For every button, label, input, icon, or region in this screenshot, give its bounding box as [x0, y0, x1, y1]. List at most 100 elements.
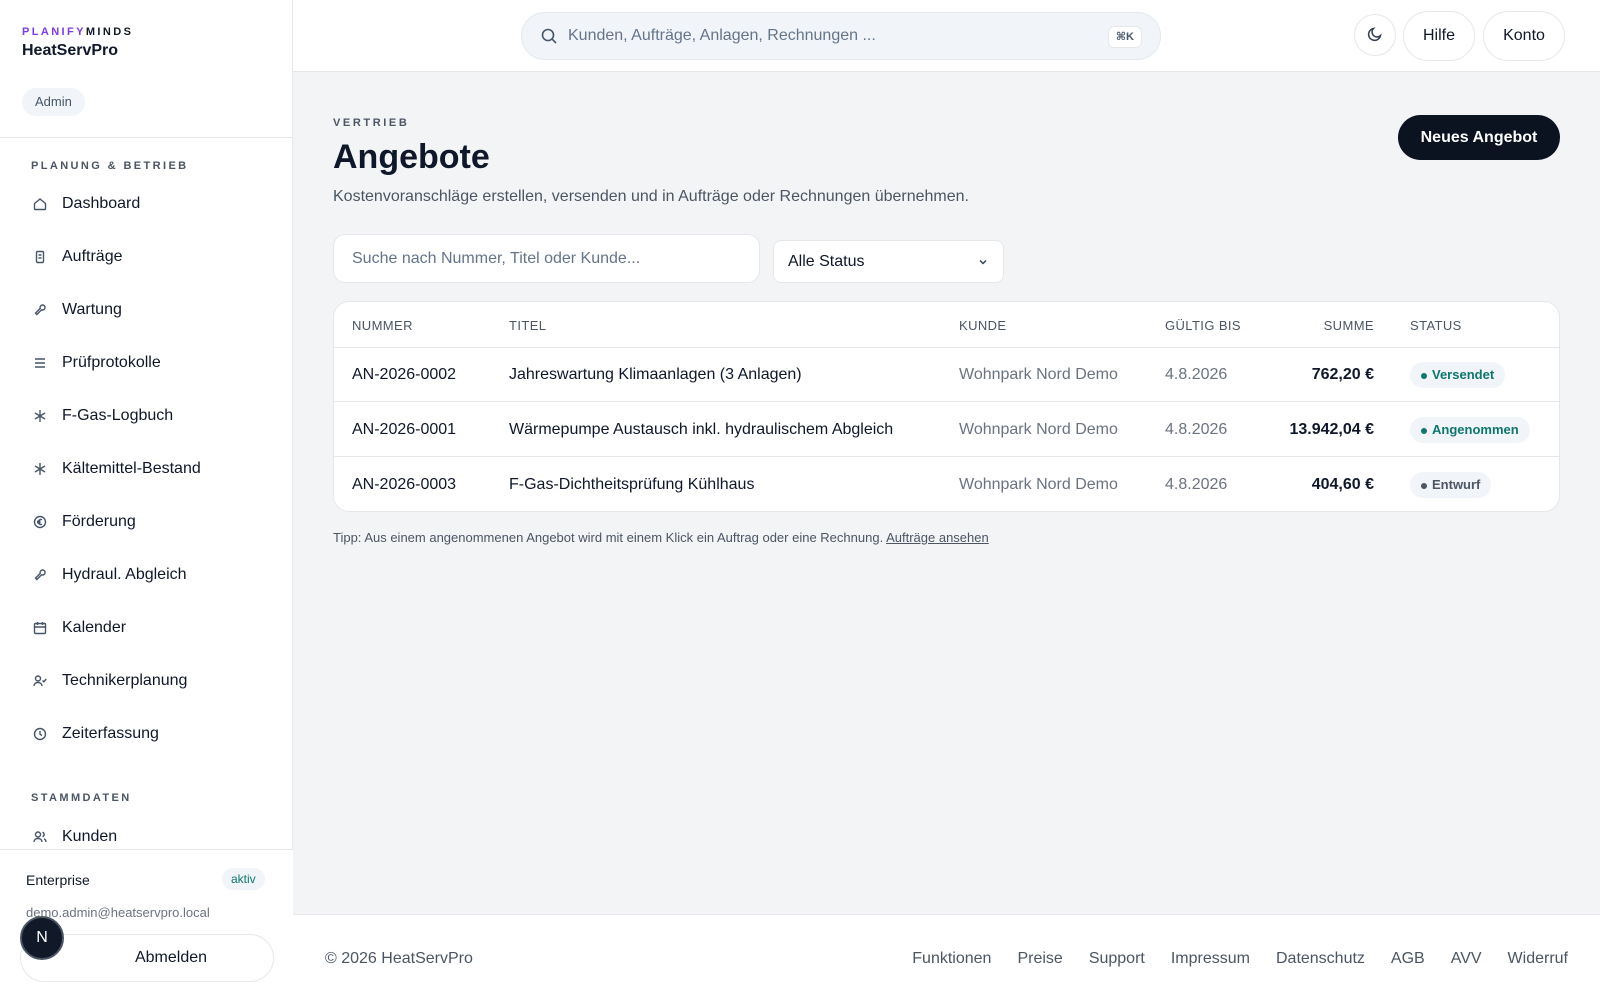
quote-number[interactable]: AN-2026-0003 [352, 476, 456, 494]
table-row[interactable]: AN-2026-0001 Wärmepumpe Austausch inkl. … [334, 403, 1559, 457]
footer-link-dpa[interactable]: AVV [1451, 950, 1482, 968]
role-badge: Admin [22, 88, 85, 116]
new-quote-button[interactable]: Neues Angebot [1398, 115, 1560, 160]
home-icon [22, 196, 58, 212]
footer-link-imprint[interactable]: Impressum [1171, 950, 1250, 968]
status-filter-select[interactable]: Alle Status [773, 240, 1004, 283]
quote-customer: Wohnpark Nord Demo [959, 366, 1118, 383]
sidebar-nav: PLANUNG & BETRIEB Dashboard Aufträge War… [0, 137, 293, 849]
sidebar-item-inspection-reports[interactable]: Prüfprotokolle [22, 343, 272, 383]
quote-number[interactable]: AN-2026-0002 [352, 366, 456, 384]
quote-valid-until: 4.8.2026 [1165, 476, 1228, 493]
footer-link-pricing[interactable]: Preise [1017, 950, 1062, 968]
footer-link-privacy[interactable]: Datenschutz [1276, 950, 1365, 968]
quote-valid-until: 4.8.2026 [1165, 421, 1228, 438]
column-header-status[interactable]: STATUS [1410, 318, 1462, 333]
sidebar-item-hydraulic-balance[interactable]: Hydraul. Abgleich [22, 555, 272, 595]
sidebar-item-label: Zeiterfassung [62, 725, 159, 742]
sidebar-item-orders[interactable]: Aufträge [22, 237, 272, 277]
sidebar-item-customers[interactable]: Kunden [22, 817, 272, 849]
search-icon [540, 27, 558, 45]
tip-message: Tipp: Aus einem angenommenen Angebot wir… [333, 530, 884, 545]
app-name: HeatServPro [22, 42, 119, 59]
page-title: Angebote [333, 138, 490, 176]
euro-circle-icon [22, 514, 58, 530]
copyright: © 2026 HeatServPro [325, 950, 473, 967]
status-badge: Versendet [1410, 362, 1506, 388]
table-row[interactable]: AN-2026-0003 F-Gas-Dichtheitsprüfung Küh… [334, 458, 1559, 511]
brand[interactable]: PLANIFYMINDS HeatServPro [22, 26, 133, 60]
status-badge: Entwurf [1410, 472, 1492, 498]
quotes-table: NUMMER TITEL KUNDE GÜLTIG BIS SUMME STAT… [333, 301, 1560, 512]
snowflake-icon [22, 408, 58, 424]
plan-name: Enterprise [26, 872, 90, 888]
section-label-planning: PLANUNG & BETRIEB [31, 160, 189, 172]
quote-sum: 404,60 € [1311, 476, 1374, 493]
status-badge: Angenommen [1410, 417, 1530, 443]
footer-link-support[interactable]: Support [1089, 950, 1145, 968]
status-filter-value: Alle Status [788, 252, 865, 270]
sidebar-item-calendar[interactable]: Kalender [22, 608, 272, 648]
users-icon [22, 829, 58, 845]
sidebar-item-label: Aufträge [62, 248, 123, 265]
footer-link-features[interactable]: Funktionen [912, 950, 991, 968]
global-search[interactable]: ⌘K [521, 12, 1161, 60]
column-header-customer[interactable]: KUNDE [959, 318, 1007, 333]
column-header-number[interactable]: NUMMER [352, 318, 413, 333]
quote-customer: Wohnpark Nord Demo [959, 476, 1118, 493]
sidebar-item-label: Förderung [62, 513, 136, 530]
footer-link-withdrawal[interactable]: Widerruf [1508, 950, 1568, 968]
table-row[interactable]: AN-2026-0002 Jahreswartung Klimaanlagen … [334, 348, 1559, 402]
tip-text: Tipp: Aus einem angenommenen Angebot wir… [333, 530, 989, 545]
column-header-sum[interactable]: SUMME [1324, 318, 1374, 333]
user-email: demo.admin@heatservpro.local [26, 905, 210, 920]
sidebar-item-fgas-log[interactable]: F-Gas-Logbuch [22, 396, 272, 436]
moon-icon [1366, 25, 1384, 46]
page-eyebrow: VERTRIEB [333, 117, 410, 129]
quote-search-input[interactable] [333, 234, 760, 283]
column-header-title[interactable]: TITEL [509, 318, 546, 333]
sidebar-item-label: Prüfprotokolle [62, 354, 161, 371]
sidebar-item-maintenance[interactable]: Wartung [22, 290, 272, 330]
sidebar-item-time-tracking[interactable]: Zeiterfassung [22, 714, 272, 754]
sidebar-item-funding[interactable]: Förderung [22, 502, 272, 542]
global-search-input[interactable] [568, 27, 1088, 45]
sidebar-item-label: Kältemittel-Bestand [62, 460, 201, 477]
sidebar: PLANIFYMINDS HeatServPro Admin PLANUNG &… [0, 0, 293, 1000]
clipboard-icon [22, 249, 58, 265]
wrench-icon [22, 567, 58, 583]
list-check-icon [22, 355, 58, 371]
help-button[interactable]: Hilfe [1403, 11, 1475, 61]
sidebar-item-label: F-Gas-Logbuch [62, 407, 174, 424]
sidebar-item-refrigerant-stock[interactable]: Kältemittel-Bestand [22, 449, 272, 489]
calendar-icon [22, 620, 58, 636]
quote-customer: Wohnpark Nord Demo [959, 421, 1118, 438]
footer-links: Funktionen Preise Support Impressum Date… [912, 950, 1568, 968]
sidebar-item-label: Kunden [62, 828, 118, 845]
sidebar-item-technician-planning[interactable]: Technikerplanung [22, 661, 272, 701]
plan-status-badge: aktiv [222, 868, 265, 890]
sidebar-item-dashboard[interactable]: Dashboard [22, 184, 272, 224]
account-button[interactable]: Konto [1483, 11, 1565, 61]
sidebar-item-label: Dashboard [62, 195, 141, 212]
sidebar-item-label: Wartung [62, 301, 122, 318]
snowflake-icon [22, 461, 58, 477]
view-orders-link[interactable]: Aufträge ansehen [886, 530, 989, 545]
sidebar-item-label: Technikerplanung [62, 672, 188, 689]
sidebar-item-label: Kalender [62, 619, 127, 636]
table-header: NUMMER TITEL KUNDE GÜLTIG BIS SUMME STAT… [334, 302, 1559, 348]
section-label-master-data: STAMMDATEN [31, 792, 132, 804]
topbar: ⌘K Hilfe Konto [293, 0, 1600, 72]
quote-title: Wärmepumpe Austausch inkl. hydraulischem… [509, 421, 894, 438]
page-subtitle: Kostenvoranschläge erstellen, versenden … [333, 188, 969, 205]
theme-toggle-button[interactable] [1354, 14, 1396, 56]
quote-valid-until: 4.8.2026 [1165, 366, 1228, 383]
quote-sum: 13.942,04 € [1289, 421, 1374, 438]
quote-number[interactable]: AN-2026-0001 [352, 421, 456, 439]
search-shortcut-hint: ⌘K [1107, 26, 1142, 48]
avatar[interactable]: N [20, 916, 64, 960]
footer-link-terms[interactable]: AGB [1391, 950, 1425, 968]
column-header-valid-until[interactable]: GÜLTIG BIS [1165, 318, 1241, 333]
user-check-icon [22, 673, 58, 689]
sidebar-item-label: Hydraul. Abgleich [62, 566, 187, 583]
